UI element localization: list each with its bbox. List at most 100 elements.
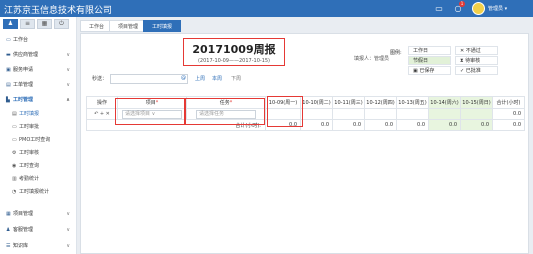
sidebar-item-supplier[interactable]: ▬ 供应商管理 ∨ — [0, 49, 76, 62]
hours-input[interactable] — [265, 108, 301, 120]
sidebar-subitem-label: 工时审核 — [19, 150, 40, 156]
legend-not-passed: ✕ 不通过 — [455, 46, 498, 55]
sidebar-subitem-fill[interactable]: ▤ 工时填报 — [0, 108, 76, 121]
page-title: 20171009周报 — [192, 43, 276, 56]
ticket-icon: ▤ — [6, 82, 11, 88]
sidebar-item-label: 客服管理 — [13, 227, 34, 233]
col-task-label: 任务 — [219, 100, 230, 106]
form-icon: ▤ — [12, 111, 17, 117]
document-icon: ▭ — [12, 137, 17, 143]
sidebar-subitem-attendance[interactable]: ▥ 考勤统计 — [0, 173, 76, 186]
day-total: 0.0 — [428, 119, 461, 131]
col-day: 10-12(周四) — [364, 96, 397, 109]
legend-workday: 工作日 — [408, 46, 451, 55]
user-icon[interactable]: ♟ — [3, 19, 18, 29]
monitor-icon: ▭ — [6, 37, 11, 43]
col-day: 10-10(周二) — [300, 96, 333, 109]
sidebar-subitem-pmo[interactable]: ▭ PMO工时查询 — [0, 134, 76, 147]
project-select[interactable]: 请选择项目 ∨ — [122, 109, 182, 119]
row-actions[interactable]: ↶ + ✕ — [86, 108, 118, 120]
sidebar-subitem-fill-stats[interactable]: ◔ 工时填报统计 — [0, 186, 76, 199]
gear-icon: ⚙ — [12, 150, 17, 156]
list-icon[interactable]: ≡ — [20, 19, 35, 29]
row-total: 0.0 — [492, 108, 525, 120]
hours-input[interactable] — [332, 108, 365, 120]
prev-week-link[interactable]: 上周 — [195, 75, 205, 82]
sidebar-item-project[interactable]: ▦ 项目管理 ∨ — [0, 208, 76, 221]
sidebar-item-label: 知识库 — [13, 243, 29, 249]
truck-icon: ▬ — [6, 52, 11, 58]
task-cell: 请选择任务 — [186, 108, 266, 120]
legend-label: 图例: — [390, 50, 402, 56]
tab-bar: 工作台 项目管理 工时填报 — [80, 20, 533, 32]
sidebar-item-label: 工作台 — [13, 37, 29, 43]
sidebar-item-label: 服务申请 — [13, 67, 34, 73]
sidebar-subitem-label: 工时填报统计 — [19, 189, 50, 195]
filler-label: 填报人：管理员 — [354, 56, 390, 62]
timesheet-table: 操作 项目* 任务* 10-09(周一) 10-10(周二) 10-11(周三)… — [86, 96, 525, 131]
hours-input[interactable] — [364, 108, 397, 120]
book-icon[interactable]: ▭ — [434, 4, 444, 13]
sidebar-item-workorder[interactable]: ▤ 工单管理 ∨ — [0, 79, 76, 92]
legend-not-passed-label: 不通过 — [465, 48, 481, 54]
sidebar-subitem-label: 考勤统计 — [19, 176, 40, 182]
chevron-down-icon: ∨ — [66, 52, 70, 58]
day-total: 0.0 — [396, 119, 429, 131]
hours-input[interactable] — [300, 108, 333, 120]
user-name: 管理员 — [488, 6, 504, 12]
chevron-down-icon: ∨ — [66, 82, 70, 88]
col-day: 10-13(周五) — [396, 96, 429, 109]
search-input[interactable] — [110, 74, 188, 84]
avatar[interactable] — [472, 2, 485, 15]
sidebar-item-workbench[interactable]: ▭ 工作台 — [0, 34, 76, 47]
col-total: 合计(小时) — [492, 96, 525, 109]
sidebar-subitem-label: PMO工时查询 — [19, 137, 51, 143]
company-name: 江苏京玉信息技术有限公司 — [4, 6, 113, 16]
search-row: 秒送： @ 上周 本周 下周 — [92, 74, 522, 84]
inbox-icon: ▣ — [6, 67, 11, 73]
grand-total: 0.0 — [492, 119, 525, 131]
grid-icon[interactable]: ▦ — [37, 19, 52, 29]
legend-pending: ⧗ 待审核 — [455, 56, 498, 65]
notification-badge: 1 — [459, 1, 465, 7]
col-ops: 操作 — [86, 96, 118, 109]
col-project: 项目* — [117, 96, 187, 109]
hours-input[interactable] — [428, 108, 461, 120]
search-label: 秒送： — [92, 76, 108, 82]
sidebar-item-service[interactable]: ▣ 服务申请 ∨ — [0, 64, 76, 77]
next-week-link[interactable]: 下周 — [231, 75, 241, 82]
sidebar-subitem-label: 工时查询 — [19, 163, 40, 169]
hours-input[interactable] — [396, 108, 429, 120]
this-week-link[interactable]: 本周 — [212, 75, 222, 82]
required-mark: * — [229, 100, 233, 106]
tab-timesheet[interactable]: 工时填报 — [143, 20, 182, 32]
col-task: 任务* — [186, 96, 266, 109]
tab-project[interactable]: 项目管理 — [109, 20, 148, 32]
task-input[interactable]: 请选择任务 — [196, 109, 256, 119]
hours-input[interactable] — [460, 108, 493, 120]
search-icon[interactable]: @ — [181, 75, 186, 81]
user-menu[interactable]: 管理员 ▾ — [488, 5, 507, 12]
sidebar-subitem-query[interactable]: ◉ 工时查询 — [0, 160, 76, 173]
day-total: 0.0 — [300, 119, 333, 131]
sidebar-item-knowledge[interactable]: ☰ 知识库 ∨ — [0, 240, 76, 253]
sidebar-subitem-approve[interactable]: ▭ 工时审批 — [0, 121, 76, 134]
chevron-down-icon: ∨ — [66, 227, 70, 233]
day-total: 0.0 — [364, 119, 397, 131]
sidebar-item-label: 项目管理 — [13, 211, 34, 217]
list-icon: ☰ — [6, 243, 11, 249]
required-mark: * — [155, 100, 159, 106]
chevron-down-icon: ∨ — [151, 110, 156, 117]
sidebar-item-label: 供应商管理 — [13, 52, 39, 58]
col-project-label: 项目 — [145, 100, 156, 106]
col-day: 10-11(周三) — [332, 96, 365, 109]
day-total: 0.0 — [332, 119, 365, 131]
power-icon[interactable]: ⏻ — [54, 19, 69, 29]
report-period: (2017-10-09——2017-10-15) — [197, 58, 271, 64]
sidebar-item-customer[interactable]: ♟ 客服管理 ∨ — [0, 224, 76, 237]
sidebar-item-timesheet[interactable]: ▙ 工时管理 ∧ — [0, 94, 76, 107]
col-day: 10-09(周一) — [265, 96, 301, 109]
sidebar-toolbar: ♟ ≡ ▦ ⏻ — [3, 19, 73, 30]
chart-icon: ▥ — [12, 176, 17, 182]
sidebar-subitem-review[interactable]: ⚙ 工时审核 — [0, 147, 76, 160]
